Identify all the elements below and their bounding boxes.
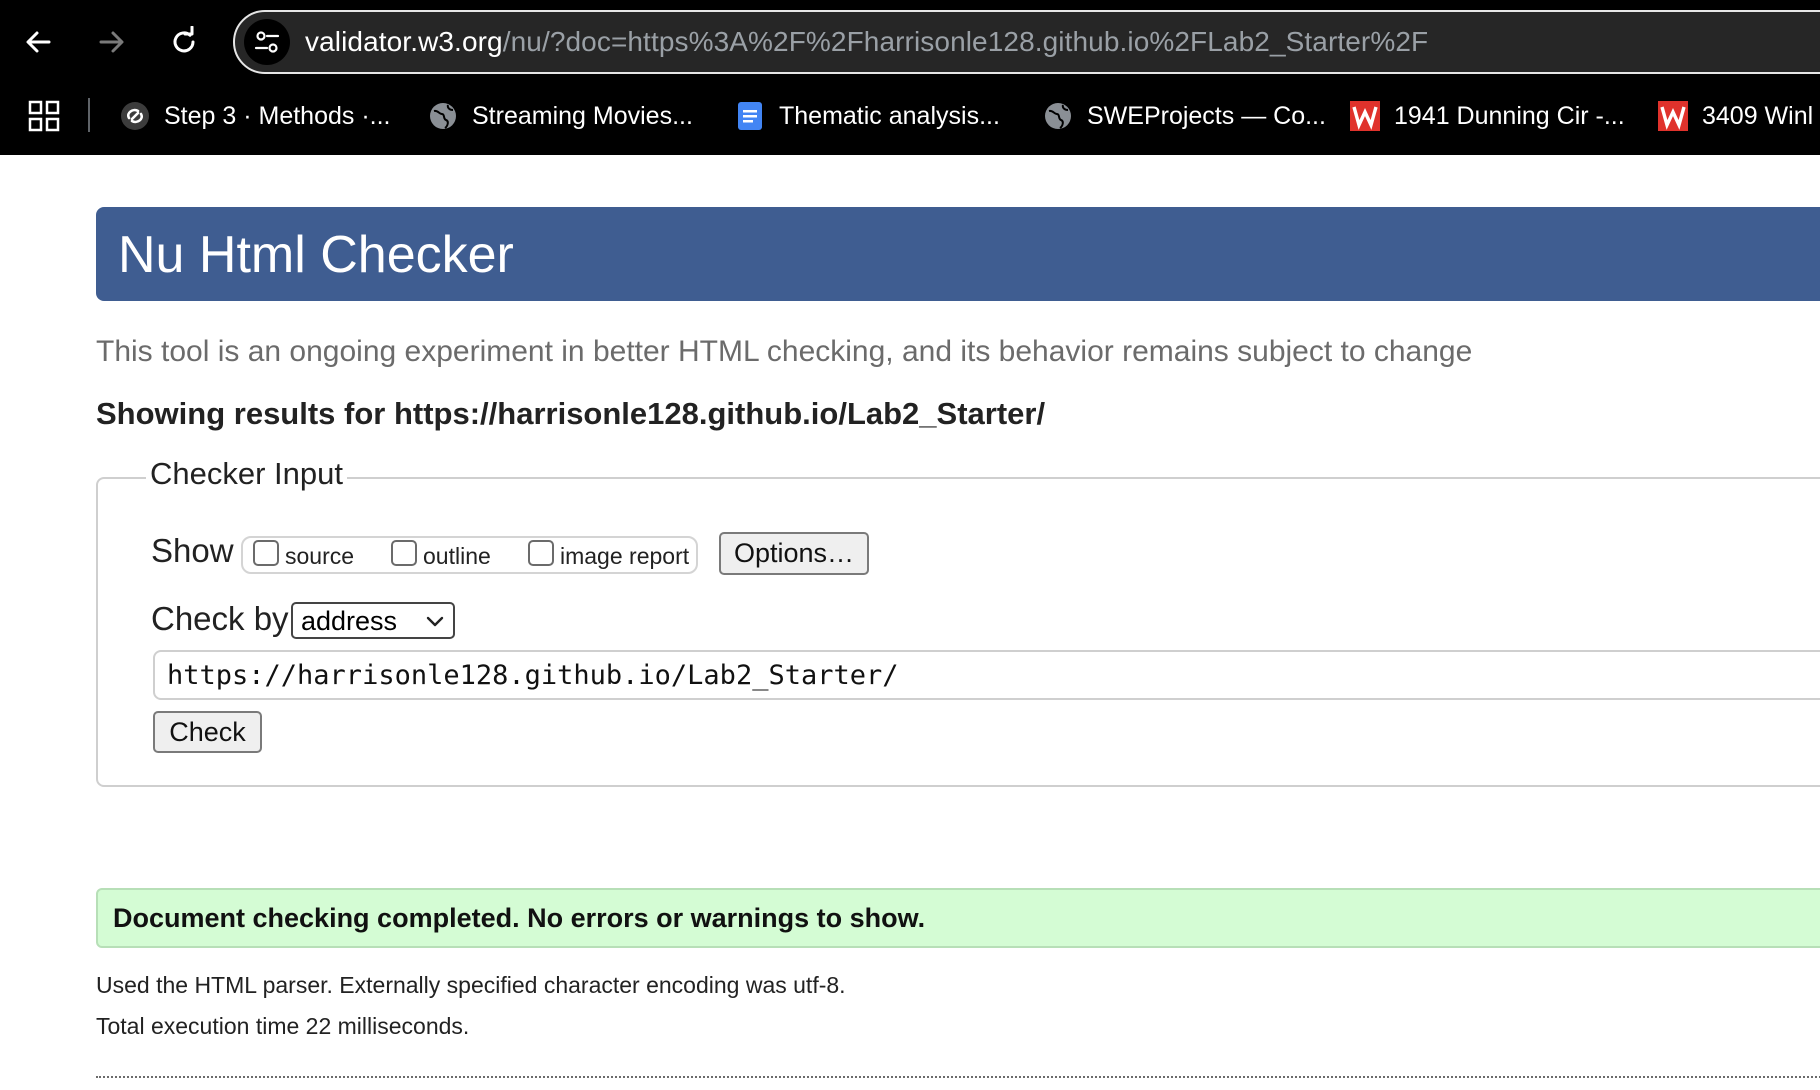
header-banner: Nu Html Checker: [96, 207, 1820, 301]
url-path: /nu/?doc=https%3A%2F%2Fharrisonle128.git…: [502, 26, 1429, 57]
success-message: Document checking completed. No errors o…: [113, 903, 926, 933]
bookmark-streaming-movies[interactable]: Streaming Movies...: [428, 96, 693, 136]
parser-note: Used the HTML parser. Externally specifi…: [96, 972, 846, 998]
back-arrow-icon: [26, 31, 51, 53]
globe-icon: [428, 101, 458, 131]
check-by-value: address: [301, 606, 398, 636]
bookmark-label: 3409 Winl: [1702, 101, 1814, 130]
results-heading: Showing results for https://harrisonle12…: [96, 396, 1046, 431]
checkbox-box[interactable]: [391, 540, 417, 566]
checker-input-legend: Checker Input: [146, 456, 347, 492]
bookmark-thematic-analysis[interactable]: Thematic analysis...: [735, 96, 1000, 136]
show-label: Show: [151, 532, 234, 569]
browser-toolbar: validator.w3.org/nu/?doc=https%3A%2F%2Fh…: [0, 0, 1820, 155]
bookmark-sweprojects[interactable]: SWEProjects — Co...: [1043, 96, 1326, 136]
checkbox-image-report[interactable]: image report: [528, 538, 689, 574]
options-button[interactable]: Options…: [719, 532, 869, 575]
checkbox-label: outline: [423, 542, 491, 569]
bookmark-1941-dunning[interactable]: 1941 Dunning Cir -...: [1350, 96, 1625, 136]
execution-time: Total execution time 22 milliseconds.: [96, 1013, 470, 1039]
show-options-group: source outline image report: [241, 536, 698, 574]
url-input[interactable]: https://harrisonle128.github.io/Lab2_Sta…: [153, 650, 1820, 700]
site-info-button[interactable]: [244, 19, 290, 65]
bookmark-label: SWEProjects — Co...: [1087, 101, 1326, 130]
intro-text: This tool is an ongoing experiment in be…: [96, 335, 1473, 368]
bookmarks-divider: [88, 98, 90, 132]
checkbox-label: source: [285, 542, 355, 569]
bookmark-label: Step 3 · Methods ·...: [164, 101, 391, 130]
reload-button[interactable]: [160, 18, 208, 66]
google-docs-icon: [735, 101, 765, 131]
tune-icon: [254, 31, 280, 53]
bookmarks-bar: Step 3 · Methods ·... Streaming Movies..…: [0, 92, 1820, 140]
dotted-divider: [96, 1076, 1820, 1078]
page-content: Nu Html Checker This tool is an ongoing …: [0, 155, 1820, 1090]
w-logo-icon: [1658, 101, 1688, 131]
back-button[interactable]: [14, 18, 62, 66]
checkbox-box[interactable]: [528, 540, 554, 566]
forward-arrow-icon: [99, 31, 124, 53]
success-message-box: Document checking completed. No errors o…: [96, 888, 1820, 948]
checkbox-box[interactable]: [253, 540, 279, 566]
bookmark-step-3[interactable]: Step 3 · Methods ·...: [120, 96, 391, 136]
chevron-down-icon: [426, 616, 444, 627]
check-button[interactable]: Check: [153, 711, 262, 753]
checkbox-outline[interactable]: outline: [391, 538, 491, 574]
globe-icon: [1043, 101, 1073, 131]
url-text[interactable]: validator.w3.org/nu/?doc=https%3A%2F%2Fh…: [305, 26, 1428, 58]
bookmark-label: Thematic analysis...: [779, 101, 1000, 130]
url-input-value: https://harrisonle128.github.io/Lab2_Sta…: [167, 660, 899, 691]
check-by-label: Check by: [151, 600, 289, 637]
apps-grid-icon[interactable]: [28, 100, 60, 132]
w-logo-icon: [1350, 101, 1380, 131]
forward-button[interactable]: [88, 18, 136, 66]
page-title: Nu Html Checker: [118, 226, 514, 284]
reload-icon: [173, 26, 195, 53]
checker-input-fieldset: Checker Input Show source outline image …: [96, 456, 1820, 787]
check-by-select[interactable]: address: [291, 602, 455, 639]
bookmark-label: Streaming Movies...: [472, 101, 693, 130]
url-host: validator.w3.org: [305, 26, 503, 57]
link-swirl-icon: [120, 101, 150, 131]
bookmark-3409-winl[interactable]: 3409 Winl: [1658, 96, 1813, 136]
address-bar[interactable]: validator.w3.org/nu/?doc=https%3A%2F%2Fh…: [233, 10, 1820, 74]
bookmark-label: 1941 Dunning Cir -...: [1394, 101, 1625, 130]
checkbox-label: image report: [560, 542, 690, 569]
checkbox-source[interactable]: source: [253, 538, 354, 574]
